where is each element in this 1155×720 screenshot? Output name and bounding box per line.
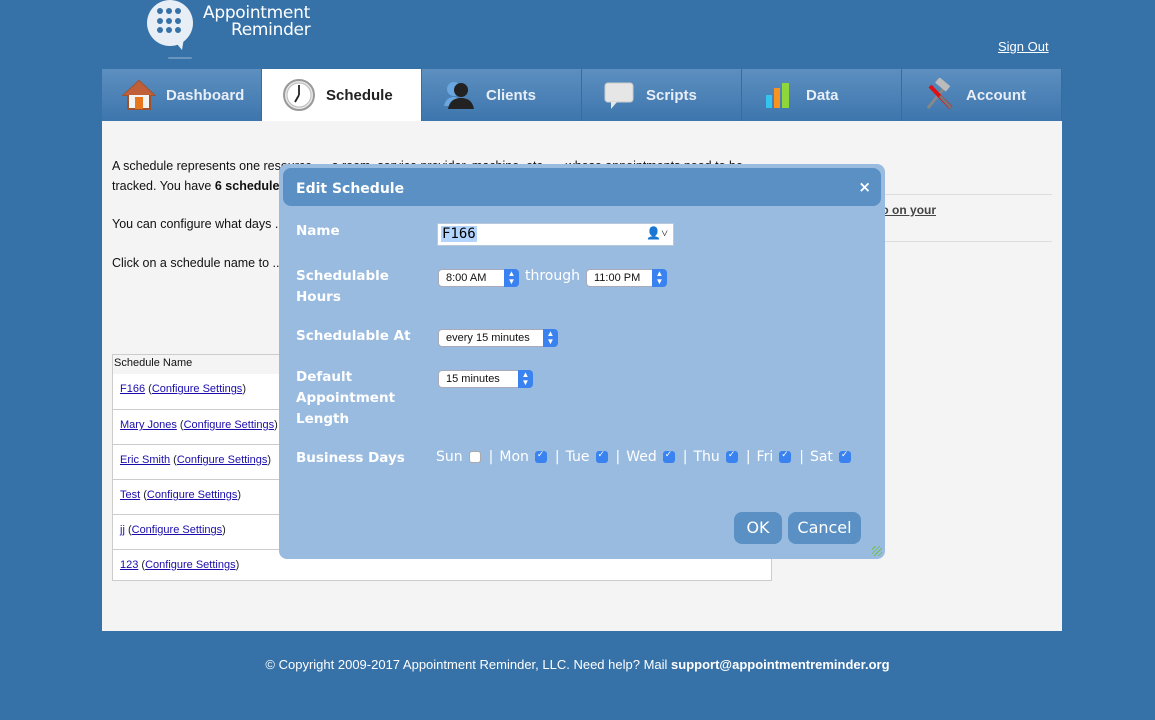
configure-settings-link[interactable]: Configure Settings xyxy=(132,524,223,536)
day-checkbox-tue[interactable] xyxy=(595,450,608,463)
day-checkbox-mon[interactable] xyxy=(534,450,547,463)
day-label: Sun xyxy=(436,449,463,465)
dialog-title: Edit Schedule xyxy=(296,181,405,197)
schedulable-hours-label: Schedulable Hours xyxy=(296,268,389,305)
configure-settings-link[interactable]: Configure Settings xyxy=(152,383,243,395)
house-icon xyxy=(121,78,157,112)
day-separator: | xyxy=(745,449,751,465)
day-separator: | xyxy=(554,449,560,465)
day-separator: | xyxy=(682,449,688,465)
select-arrows-icon: ▲ ▼ xyxy=(543,329,558,347)
logo-text: Appointment Reminder xyxy=(203,3,311,40)
tab-data[interactable]: Data xyxy=(742,69,902,121)
main-nav: Dashboard Schedule Clients Scripts Data … xyxy=(102,69,1062,121)
tab-account[interactable]: Account xyxy=(902,69,1062,121)
tab-label: Account xyxy=(966,86,1026,104)
day-separator: | xyxy=(488,449,494,465)
cancel-button[interactable]: Cancel xyxy=(788,512,861,544)
tab-clients[interactable]: Clients xyxy=(422,69,582,121)
default-length-label: Default Appointment Length xyxy=(296,369,396,427)
select-arrows-icon: ▲ ▼ xyxy=(518,370,533,388)
footer: © Copyright 2009-2017 Appointment Remind… xyxy=(0,657,1155,672)
name-value: F166 xyxy=(441,226,477,242)
configure-settings-link[interactable]: Configure Settings xyxy=(177,454,268,466)
day-checkbox-thu[interactable] xyxy=(725,450,738,463)
day-checkbox-sat[interactable] xyxy=(838,450,851,463)
schedulable-at-label: Schedulable At xyxy=(296,328,411,344)
through-label: through xyxy=(525,268,581,284)
sign-out-link[interactable]: Sign Out xyxy=(998,39,1049,54)
edit-schedule-dialog: Edit Schedule × Name F166 👤˅ Schedulable… xyxy=(279,164,885,559)
schedule-name-link[interactable]: F166 xyxy=(120,383,145,395)
day-checkbox-sun[interactable] xyxy=(468,451,481,463)
schedulable-at-select[interactable]: every 15 minutes ▲ ▼ xyxy=(438,329,558,347)
configure-settings-link[interactable]: Configure Settings xyxy=(184,419,275,431)
day-label: Mon xyxy=(499,449,529,465)
resize-grip-icon[interactable] xyxy=(872,546,882,556)
hours-start-select[interactable]: 8:00 AM ▲ ▼ xyxy=(438,269,519,287)
logo[interactable]: Appointment Reminder xyxy=(146,0,336,60)
tab-label: Schedule xyxy=(326,86,393,104)
copyright-text: © Copyright 2009-2017 Appointment Remind… xyxy=(265,657,672,672)
contact-autofill-icon[interactable]: 👤˅ xyxy=(646,226,668,241)
tab-label: Data xyxy=(806,86,839,104)
schedule-name-link[interactable]: jj xyxy=(120,524,125,536)
day-separator: | xyxy=(799,449,804,465)
keypad-icon xyxy=(157,8,183,34)
schedule-name-link[interactable]: Test xyxy=(120,489,140,501)
select-arrows-icon: ▲ ▼ xyxy=(504,269,519,287)
day-label: Tue xyxy=(565,449,590,465)
day-checkbox-fri[interactable] xyxy=(779,450,792,463)
person-icon xyxy=(442,78,476,112)
bar-chart-icon xyxy=(762,78,796,112)
schedule-name-link[interactable]: Eric Smith xyxy=(120,454,170,466)
name-label: Name xyxy=(296,223,340,239)
tools-icon xyxy=(922,77,956,112)
configure-settings-link[interactable]: Configure Settings xyxy=(147,489,238,501)
schedule-name-link[interactable]: Mary Jones xyxy=(120,419,177,431)
schedule-count: 6 schedules xyxy=(214,178,287,193)
support-email-link[interactable]: support@appointmentreminder.org xyxy=(671,657,890,672)
tab-schedule[interactable]: Schedule xyxy=(262,69,422,121)
tab-dashboard[interactable]: Dashboard xyxy=(102,69,262,121)
clock-icon xyxy=(282,78,316,112)
day-label: Sat xyxy=(809,449,833,465)
business-days: Sun | Mon | Tue | Wed | Thu | Fri | Sat xyxy=(436,449,857,465)
close-icon[interactable]: × xyxy=(858,178,871,196)
default-length-select[interactable]: 15 minutes ▲ ▼ xyxy=(438,370,533,388)
ok-button[interactable]: OK xyxy=(734,512,782,544)
day-separator: | xyxy=(615,449,621,465)
day-label: Fri xyxy=(756,449,774,465)
dialog-header[interactable]: Edit Schedule × xyxy=(283,168,881,206)
configure-settings-link[interactable]: Configure Settings xyxy=(145,559,236,571)
tab-label: Dashboard xyxy=(166,86,245,104)
select-arrows-icon: ▲ ▼ xyxy=(652,269,667,287)
name-input[interactable]: F166 👤˅ xyxy=(437,223,674,246)
tab-label: Clients xyxy=(486,86,537,104)
day-label: Thu xyxy=(693,449,720,465)
schedule-name-link[interactable]: 123 xyxy=(120,559,138,571)
tab-label: Scripts xyxy=(646,86,697,104)
business-days-label: Business Days xyxy=(296,450,405,466)
tab-scripts[interactable]: Scripts xyxy=(582,69,742,121)
day-checkbox-wed[interactable] xyxy=(662,450,675,463)
day-label: Wed xyxy=(626,449,657,465)
hours-end-select[interactable]: 11:00 PM ▲ ▼ xyxy=(586,269,667,287)
speech-bubble-icon xyxy=(602,78,636,112)
